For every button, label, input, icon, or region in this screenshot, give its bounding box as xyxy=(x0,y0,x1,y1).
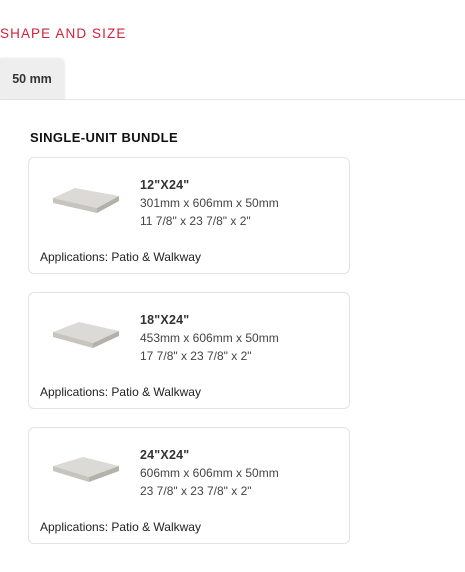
section-title: SHAPE AND SIZE xyxy=(0,26,127,41)
applications-value: Patio & Walkway xyxy=(111,520,201,534)
applications-label: Applications: xyxy=(40,250,109,264)
imperial-dimensions: 23 7/8" x 23 7/8" x 2" xyxy=(140,484,252,498)
imperial-dimensions: 17 7/8" x 23 7/8" x 2" xyxy=(140,349,252,363)
size-tabs: 50 mm xyxy=(0,58,465,100)
product-card-24x24[interactable]: 24"X24" 606mm x 606mm x 50mm 23 7/8" x 2… xyxy=(28,427,350,544)
paver-slab-icon xyxy=(53,322,119,348)
product-name: 18"X24" xyxy=(140,313,190,327)
metric-dimensions: 606mm x 606mm x 50mm xyxy=(140,466,279,480)
product-name: 24"X24" xyxy=(140,448,190,462)
applications-value: Patio & Walkway xyxy=(111,385,201,399)
applications-label: Applications: xyxy=(40,520,109,534)
metric-dimensions: 301mm x 606mm x 50mm xyxy=(140,196,279,210)
applications: Applications: Patio & Walkway xyxy=(40,385,201,399)
applications-value: Patio & Walkway xyxy=(111,250,201,264)
applications: Applications: Patio & Walkway xyxy=(40,250,201,264)
product-name: 12"X24" xyxy=(140,178,190,192)
imperial-dimensions: 11 7/8" x 23 7/8" x 2" xyxy=(140,214,251,228)
applications-label: Applications: xyxy=(40,385,109,399)
paver-slab-icon xyxy=(53,457,119,482)
applications: Applications: Patio & Walkway xyxy=(40,520,201,534)
metric-dimensions: 453mm x 606mm x 50mm xyxy=(140,331,279,345)
tab-50mm[interactable]: 50 mm xyxy=(0,58,64,99)
bundle-title: SINGLE-UNIT BUNDLE xyxy=(30,130,179,145)
product-card-12x24[interactable]: 12"X24" 301mm x 606mm x 50mm 11 7/8" x 2… xyxy=(28,157,350,274)
product-card-18x24[interactable]: 18"X24" 453mm x 606mm x 50mm 17 7/8" x 2… xyxy=(28,292,350,409)
paver-slab-icon xyxy=(53,188,119,213)
